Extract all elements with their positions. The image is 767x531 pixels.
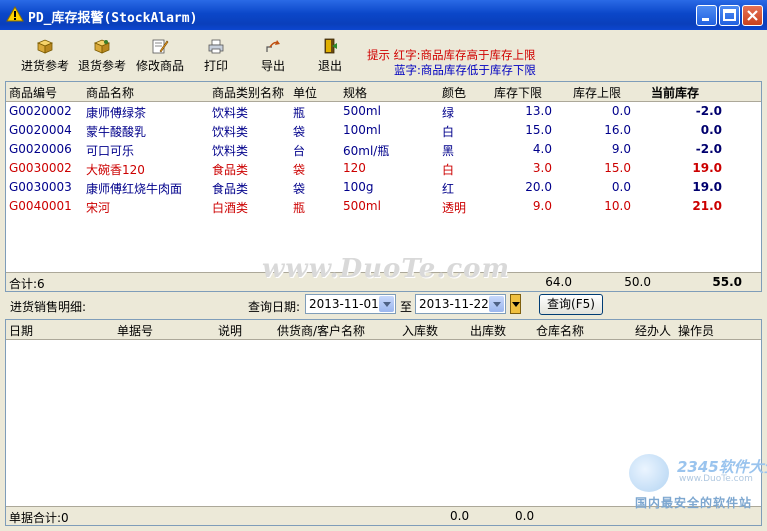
table-header: 日期 单据号 说明 供货商/客户名称 入库数 出库数 仓库名称 经办人 操作员 — [6, 320, 761, 340]
maximize-button[interactable] — [719, 5, 740, 26]
chevron-down-icon[interactable] — [379, 296, 394, 312]
exit-door-icon — [324, 38, 337, 54]
column-header[interactable]: 颜色 — [442, 84, 466, 101]
title-bar[interactable]: PD_库存报警(StockAlarm) — [0, 0, 767, 30]
logo-url: www.DuoTe.com — [679, 474, 753, 484]
in-total: 0.0 — [450, 509, 470, 523]
column-header[interactable]: 单位 — [293, 84, 317, 101]
printer-icon — [208, 39, 224, 54]
purchase-reference-button[interactable]: 进货参考 — [18, 38, 72, 76]
export-icon — [266, 40, 280, 52]
stock-alarm-table[interactable]: 商品编号 商品名称 商品类别名称 单位 规格 颜色 库存下限 库存上限 当前库存… — [5, 81, 762, 292]
box-return-icon — [93, 39, 111, 54]
date-label: 查询日期: — [248, 300, 301, 314]
table-row[interactable]: G0020004 蒙牛酸酸乳 饮料类 袋 100ml 白 15.0 16.0 0… — [6, 121, 743, 140]
column-header[interactable]: 说明 — [218, 322, 242, 339]
high-total: 50.0 — [624, 275, 651, 289]
document-count: 单据合计:0 — [9, 511, 69, 525]
column-header[interactable]: 商品名称 — [86, 84, 134, 101]
low-total: 64.0 — [545, 275, 572, 289]
from-date-picker[interactable]: 2013-11-01 — [305, 294, 396, 314]
column-header[interactable]: 规格 — [343, 84, 367, 101]
column-header[interactable]: 经办人 — [635, 322, 671, 339]
date-range-dropdown-icon[interactable] — [510, 294, 521, 314]
to-date-picker[interactable]: 2013-11-22 — [415, 294, 506, 314]
column-header[interactable]: 当前库存 — [651, 84, 699, 101]
column-header[interactable]: 库存上限 — [573, 84, 621, 101]
close-icon — [747, 10, 758, 21]
table-footer: 合计:6 64.0 50.0 55.0 — [6, 272, 761, 291]
column-header[interactable]: 出库数 — [470, 322, 506, 339]
site-logo: 2345软件大全 www.DuoTe.com 国内最安全的软件站 — [625, 452, 767, 512]
column-header[interactable]: 库存下限 — [494, 84, 542, 101]
return-reference-button[interactable]: 退货参考 — [75, 38, 129, 76]
table-row[interactable]: G0020006 可口可乐 饮料类 台 60ml/瓶 黑 4.0 9.0 -2.… — [6, 140, 743, 159]
column-header[interactable]: 商品类别名称 — [212, 84, 284, 101]
warning-icon — [6, 6, 24, 22]
hint-prefix: 提示 — [367, 48, 390, 62]
mascot-icon — [629, 454, 669, 492]
column-header[interactable]: 单据号 — [117, 322, 153, 339]
main-window: PD_库存报警(StockAlarm) 进货参考 退货参考 修改商品 打印 导出… — [0, 0, 767, 531]
query-button[interactable]: 查询(F5) — [539, 294, 603, 315]
row-count: 合计:6 — [9, 277, 45, 291]
hint-blue-line: 蓝字:商品库存低于库存下限 — [394, 63, 536, 77]
logo-slogan: 国内最安全的软件站 — [635, 496, 753, 510]
edit-icon — [152, 39, 169, 54]
column-header[interactable]: 仓库名称 — [536, 322, 584, 339]
column-header[interactable]: 商品编号 — [9, 84, 57, 101]
box-icon — [36, 39, 54, 54]
minimize-icon — [702, 18, 709, 21]
column-header[interactable]: 供货商/客户名称 — [277, 322, 365, 339]
table-row[interactable]: G0030002 大碗香120 食品类 袋 120 白 3.0 15.0 19.… — [6, 159, 743, 178]
table-row[interactable]: G0020002 康师傅绿茶 饮料类 瓶 500ml 绿 13.0 0.0 -2… — [6, 102, 743, 121]
exit-button[interactable]: 退出 — [312, 38, 348, 76]
column-header[interactable]: 日期 — [9, 322, 33, 339]
table-row[interactable]: G0030003 康师傅红烧牛肉面 食品类 袋 100g 红 20.0 0.0 … — [6, 178, 743, 197]
close-button[interactable] — [742, 5, 763, 26]
hint-legend: 提示 红字:商品库存高于库存上限 蓝字:商品库存低于库存下限 — [367, 48, 536, 78]
print-button[interactable]: 打印 — [198, 38, 234, 76]
window-title: PD_库存报警(StockAlarm) — [28, 11, 198, 26]
minimize-button[interactable] — [696, 5, 717, 26]
hint-red-line: 红字:商品库存高于库存上限 — [393, 48, 536, 62]
edit-product-button[interactable]: 修改商品 — [133, 38, 187, 76]
query-bar: 进货销售明细: 查询日期: 2013-11-01 至 2013-11-22 查询… — [0, 293, 767, 319]
table-row[interactable]: G0040001 宋河 白酒类 瓶 500ml 透明 9.0 10.0 21.0 — [6, 197, 743, 216]
section-label: 进货销售明细: — [10, 300, 87, 314]
chevron-down-icon[interactable] — [489, 296, 504, 312]
maximize-icon — [723, 9, 736, 21]
to-label: 至 — [400, 300, 413, 314]
current-total: 55.0 — [712, 275, 742, 289]
column-header[interactable]: 入库数 — [402, 322, 438, 339]
table-header: 商品编号 商品名称 商品类别名称 单位 规格 颜色 库存下限 库存上限 当前库存 — [6, 82, 761, 102]
out-total: 0.0 — [515, 509, 535, 523]
column-header[interactable]: 操作员 — [678, 322, 714, 339]
export-button[interactable]: 导出 — [255, 38, 291, 76]
